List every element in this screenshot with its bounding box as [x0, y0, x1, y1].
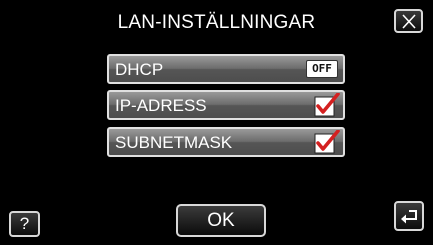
page-title: LAN-INSTÄLLNINGAR — [117, 12, 316, 33]
off-toggle-badge: OFF — [306, 60, 338, 78]
checkmark-icon — [314, 92, 340, 117]
checkbox — [314, 92, 340, 117]
setting-label: IP-ADRESS — [115, 96, 207, 115]
checkmark-icon — [314, 129, 340, 154]
setting-row-dhcp[interactable]: DHCP OFF — [107, 54, 345, 84]
close-icon — [402, 14, 416, 29]
checkbox — [314, 129, 340, 154]
setting-label: SUBNETMASK — [115, 133, 233, 152]
setting-label: DHCP — [115, 60, 164, 79]
ok-button[interactable]: OK — [176, 204, 266, 237]
close-button[interactable] — [394, 9, 423, 33]
setting-row-ip-adress[interactable]: IP-ADRESS — [107, 90, 345, 120]
setting-row-subnetmask[interactable]: SUBNETMASK — [107, 127, 345, 157]
back-button[interactable] — [394, 201, 424, 231]
return-arrow-icon — [401, 210, 417, 224]
help-button[interactable]: ? — [9, 211, 40, 237]
